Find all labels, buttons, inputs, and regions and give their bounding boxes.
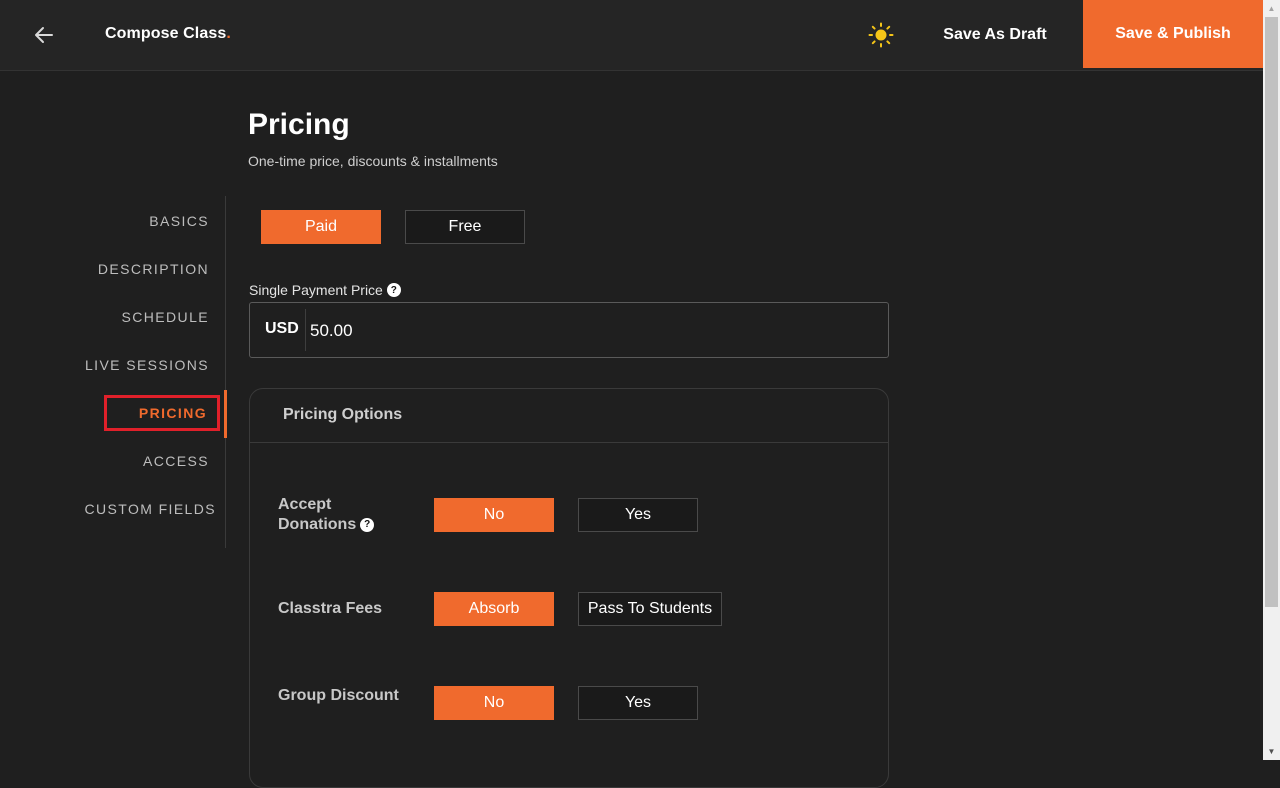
top-bar: Compose Class. Save As Draft Save & Publ… (0, 0, 1263, 71)
currency-label: USD (265, 320, 299, 337)
pricing-options-title: Pricing Options (283, 406, 403, 423)
save-as-draft-button[interactable]: Save As Draft (928, 0, 1062, 70)
back-arrow-icon[interactable] (32, 24, 56, 46)
pricing-options-card: Pricing Options (249, 388, 889, 788)
fees-absorb-button[interactable]: Absorb (434, 592, 554, 626)
sidebar-divider (225, 196, 226, 548)
sidebar-item-schedule[interactable]: SCHEDULE (122, 309, 209, 325)
group-discount-label: Group Discount (278, 687, 399, 704)
sidebar-item-pricing[interactable]: PRICING (139, 405, 207, 421)
sun-icon[interactable] (868, 22, 894, 48)
scroll-thumb[interactable] (1265, 17, 1278, 607)
help-icon[interactable]: ? (360, 518, 375, 532)
vertical-scrollbar[interactable]: ▲ ▼ (1263, 0, 1280, 760)
help-icon[interactable]: ? (386, 283, 401, 297)
accept-donations-label-line1: Accept (278, 496, 332, 513)
accept-donations-label: Accept Donations ? (278, 495, 375, 535)
sidebar-item-description[interactable]: DESCRIPTION (98, 261, 209, 277)
sidebar-item-access[interactable]: ACCESS (143, 453, 209, 469)
group-discount-no-button[interactable]: No (434, 686, 554, 720)
accept-donations-label-line2: Donations (278, 516, 357, 533)
sidebar-item-custom-fields[interactable]: CUSTOM FIELDS (84, 501, 216, 517)
sidebar-item-basics[interactable]: BASICS (149, 213, 209, 229)
group-discount-yes-button[interactable]: Yes (578, 686, 698, 720)
sidebar-item-live-sessions[interactable]: LIVE SESSIONS (85, 357, 209, 373)
page-subtitle: One-time price, discounts & installments (248, 153, 498, 169)
fees-pass-to-students-button[interactable]: Pass To Students (578, 592, 722, 626)
app-title-text: Compose Class (105, 25, 227, 42)
app-title-dot: . (226, 25, 231, 42)
donations-yes-button[interactable]: Yes (578, 498, 698, 532)
classtra-fees-label: Classtra Fees (278, 600, 383, 617)
price-field[interactable]: USD (249, 302, 889, 358)
single-payment-price-label: Single Payment Price ? (249, 282, 401, 298)
pricing-options-header: Pricing Options (250, 389, 888, 443)
app-title: Compose Class. (105, 25, 231, 43)
price-input[interactable] (308, 313, 872, 349)
scroll-up-arrow-icon[interactable]: ▲ (1263, 0, 1280, 17)
scroll-down-arrow-icon[interactable]: ▼ (1263, 743, 1280, 760)
page-title: Pricing (248, 108, 350, 141)
save-and-publish-button[interactable]: Save & Publish (1083, 0, 1263, 68)
free-button[interactable]: Free (405, 210, 525, 244)
currency-divider (305, 309, 306, 351)
sidebar-active-indicator (224, 390, 227, 438)
paid-button[interactable]: Paid (261, 210, 381, 244)
single-payment-price-text: Single Payment Price (249, 282, 383, 298)
donations-no-button[interactable]: No (434, 498, 554, 532)
